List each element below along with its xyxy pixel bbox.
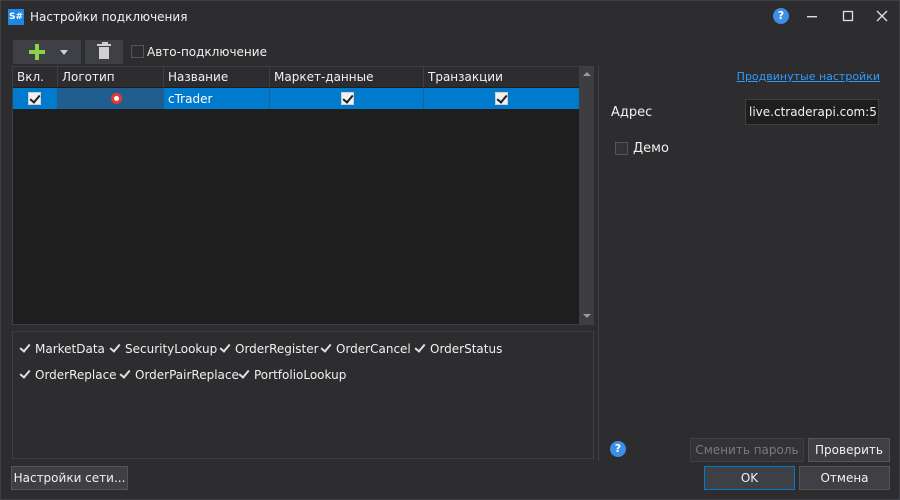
minimize-button[interactable] <box>798 5 826 27</box>
help-icon[interactable]: ? <box>610 441 626 457</box>
trash-icon <box>97 42 111 59</box>
check-icon <box>19 341 31 353</box>
cell-name[interactable]: cTrader <box>164 88 270 109</box>
title-bar: S# Настройки подключения ? <box>1 1 899 33</box>
network-settings-button[interactable]: Настройки сети... <box>11 466 128 490</box>
transactions-checkbox[interactable] <box>495 92 508 105</box>
column-header-enabled[interactable]: Вкл. <box>13 67 58 87</box>
check-icon <box>119 367 131 379</box>
check-icon <box>109 341 121 353</box>
maximize-icon <box>842 10 854 22</box>
capabilities-panel: MarketData SecurityLookup OrderRegister … <box>12 331 594 459</box>
cell-market-data[interactable] <box>270 88 424 109</box>
cell-enabled[interactable] <box>13 88 58 109</box>
app-logo-icon: S# <box>8 9 24 25</box>
chevron-down-icon[interactable] <box>60 50 68 55</box>
market-data-checkbox[interactable] <box>341 92 354 105</box>
check-icon <box>19 367 31 379</box>
column-header-name[interactable]: Название <box>164 67 270 87</box>
scroll-down-icon[interactable] <box>583 314 591 318</box>
connections-grid: Вкл. Логотип Название Маркет-данные Тран… <box>12 66 594 325</box>
plus-icon <box>28 43 46 61</box>
maximize-button[interactable] <box>834 5 862 27</box>
address-input[interactable]: live.ctraderapi.com:5 <box>745 99 879 125</box>
close-icon <box>876 10 888 22</box>
column-header-market-data[interactable]: Маркет-данные <box>270 67 424 87</box>
check-icon <box>238 367 250 379</box>
check-button[interactable]: Проверить <box>808 438 890 462</box>
help-icon[interactable]: ? <box>773 8 789 24</box>
auto-connect-checkbox[interactable] <box>131 45 144 58</box>
column-header-transactions[interactable]: Транзакции <box>424 67 579 87</box>
check-icon <box>414 341 426 353</box>
connection-name: cTrader <box>168 92 213 106</box>
connection-settings-window: S# Настройки подключения ? Авто-подключе… <box>0 0 900 500</box>
close-button[interactable] <box>868 5 896 27</box>
demo-label: Демо <box>633 141 669 156</box>
check-icon <box>219 341 231 353</box>
advanced-settings-link[interactable]: Продвинутые настройки <box>737 70 880 83</box>
cell-logo <box>58 88 164 109</box>
change-password-button[interactable]: Сменить пароль <box>690 438 804 462</box>
window-title: Настройки подключения <box>30 10 188 24</box>
cancel-button[interactable]: Отмена <box>799 466 890 490</box>
scroll-up-icon[interactable] <box>583 72 591 76</box>
add-connection-button[interactable] <box>13 40 81 64</box>
auto-connect-label: Авто-подключение <box>147 45 267 59</box>
ok-button[interactable]: OK <box>704 466 795 490</box>
connection-settings-panel: Продвинутые настройки Адрес live.ctrader… <box>598 66 890 461</box>
minimize-icon <box>807 16 817 18</box>
cell-transactions[interactable] <box>424 88 579 109</box>
vertical-scrollbar[interactable] <box>579 67 594 324</box>
table-row[interactable]: cTrader <box>13 88 579 109</box>
grid-header: Вкл. Логотип Название Маркет-данные Тран… <box>13 67 579 87</box>
check-icon <box>320 341 332 353</box>
column-header-logo[interactable]: Логотип <box>58 67 164 87</box>
enabled-checkbox[interactable] <box>28 92 41 105</box>
delete-connection-button[interactable] <box>85 40 123 64</box>
ctrader-logo-icon <box>111 93 122 104</box>
address-label: Адрес <box>611 105 653 120</box>
demo-checkbox[interactable] <box>615 142 628 155</box>
